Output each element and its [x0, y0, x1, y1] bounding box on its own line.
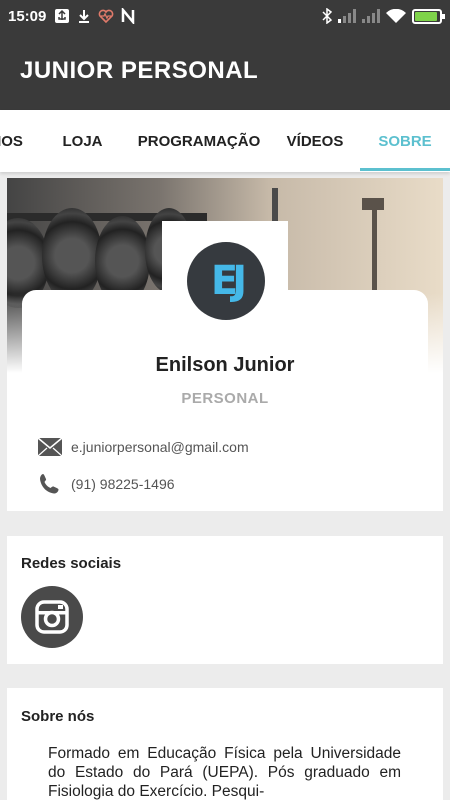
tab-label: PROGRAMAÇÃO [137, 132, 261, 150]
envelope-icon [37, 436, 63, 458]
about-text: Formado em Educação Física pela Universi… [48, 745, 401, 800]
active-tab-indicator [360, 168, 450, 171]
tab-sobre[interactable]: SOBRE [360, 110, 450, 172]
social-card: Redes sociais [7, 536, 443, 664]
signal-icon [362, 9, 380, 23]
phone-text: (91) 98225-1496 [71, 476, 175, 492]
profile-card: EJ Enilson Junior PERSONAL e.juniorperso… [7, 178, 443, 511]
tab-label: LOJA [62, 132, 103, 150]
tab-label: SOBRE [378, 132, 432, 150]
tab-bar: IOS LOJA PROGRAMAÇÃO VÍDEOS SOBRE [0, 110, 450, 172]
profile-name: Enilson Junior [155, 354, 295, 376]
phone-icon [37, 473, 63, 495]
download-icon [79, 10, 90, 23]
social-title: Redes sociais [21, 555, 122, 572]
about-title: Sobre nós [21, 708, 95, 725]
email-row[interactable]: e.juniorpersonal@gmail.com [37, 436, 249, 458]
tab-label: VÍDEOS [286, 132, 344, 150]
instagram-icon[interactable] [21, 586, 83, 648]
logo-container: EJ [162, 221, 288, 341]
email-text: e.juniorpersonal@gmail.com [71, 439, 249, 455]
n-app-icon [122, 8, 135, 24]
tab-ios[interactable]: IOS [0, 110, 30, 172]
status-time: 15:09 [8, 7, 47, 25]
phone-row[interactable]: (91) 98225-1496 [37, 473, 175, 495]
status-bar: 15:09 [0, 0, 450, 32]
tab-programacao[interactable]: PROGRAMAÇÃO [135, 110, 263, 172]
profile-role: PERSONAL [181, 390, 269, 407]
battery-icon [412, 8, 445, 24]
app-title: JUNIOR PERSONAL [20, 57, 259, 84]
app-bar: JUNIOR PERSONAL [0, 32, 450, 110]
wifi-icon [386, 8, 406, 23]
usb-icon [55, 9, 70, 23]
tab-label: IOS [0, 132, 23, 150]
tab-loja[interactable]: LOJA [50, 110, 115, 172]
heart-rate-icon [99, 9, 114, 24]
tab-videos[interactable]: VÍDEOS [280, 110, 350, 172]
signal-icon [338, 9, 356, 23]
brand-logo: EJ [187, 242, 265, 320]
bluetooth-icon [322, 8, 332, 24]
about-card: Sobre nós Formado em Educação Física pel… [7, 688, 443, 800]
logo-text: EJ [210, 258, 247, 304]
